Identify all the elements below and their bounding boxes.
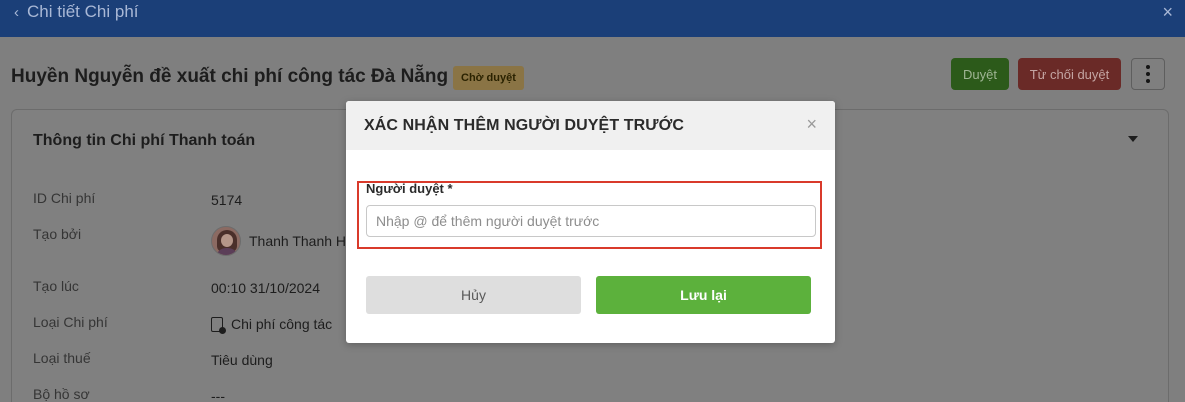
close-icon[interactable]: × [806,114,817,135]
row-label-dossier: Bộ hồ sơ [33,386,90,402]
row-value-created-at: 00:10 31/10/2024 [211,280,320,296]
approve-button[interactable]: Duyệt [951,58,1009,90]
creator-name: Thanh Thanh H [249,233,347,249]
approver-input[interactable] [366,205,816,237]
document-icon [211,316,226,334]
approver-field-label: Người duyệt * [366,181,453,196]
avatar [211,226,241,256]
row-value-tax-type: Tiêu dùng [211,352,273,368]
chevron-left-icon: ‹ [14,3,19,21]
close-icon[interactable]: × [1162,2,1173,23]
modal-title: XÁC NHẬN THÊM NGƯỜI DUYỆT TRƯỚC [364,117,685,134]
created-at-value: 00:10 31/10/2024 [211,280,320,296]
tax-type-value: Tiêu dùng [211,352,273,368]
status-badge: Chờ duyệt [453,66,524,90]
expense-type-value: Chi phí công tác [231,316,333,332]
dossier-value: --- [211,388,225,402]
cancel-button[interactable]: Hủy [366,276,581,314]
back-link[interactable]: ‹ Chi tiết Chi phí [14,2,139,22]
row-value-expense-type: Chi phí công tác [211,316,333,334]
reject-button[interactable]: Từ chối duyệt [1018,58,1121,90]
top-bar: ‹ Chi tiết Chi phí × [0,0,1185,37]
row-value-dossier: --- [211,388,225,402]
save-button[interactable]: Lưu lại [596,276,811,314]
confirm-approver-modal: XÁC NHẬN THÊM NGƯỜI DUYỆT TRƯỚC × Người … [346,101,835,343]
row-label-id: ID Chi phí [33,190,96,206]
row-label-expense-type: Loại Chi phí [33,314,108,330]
card-title: Thông tin Chi phí Thanh toán [33,132,256,149]
row-label-tax-type: Loại thuế [33,350,91,366]
row-label-created-at: Tạo lúc [33,278,79,294]
row-value-id: 5174 [211,192,242,208]
caret-down-icon[interactable] [1128,136,1138,142]
page-title: Huyền Nguyễn đề xuất chi phí công tác Đà… [11,66,449,87]
row-value-created-by: Thanh Thanh H [211,226,346,256]
modal-header: XÁC NHẬN THÊM NGƯỜI DUYỆT TRƯỚC × [346,101,835,150]
row-label-created-by: Tạo bởi [33,226,82,242]
more-options-button[interactable] [1131,58,1165,90]
back-link-label: Chi tiết Chi phí [27,2,139,21]
expense-id-value: 5174 [211,192,243,208]
more-vertical-icon [1146,65,1150,83]
